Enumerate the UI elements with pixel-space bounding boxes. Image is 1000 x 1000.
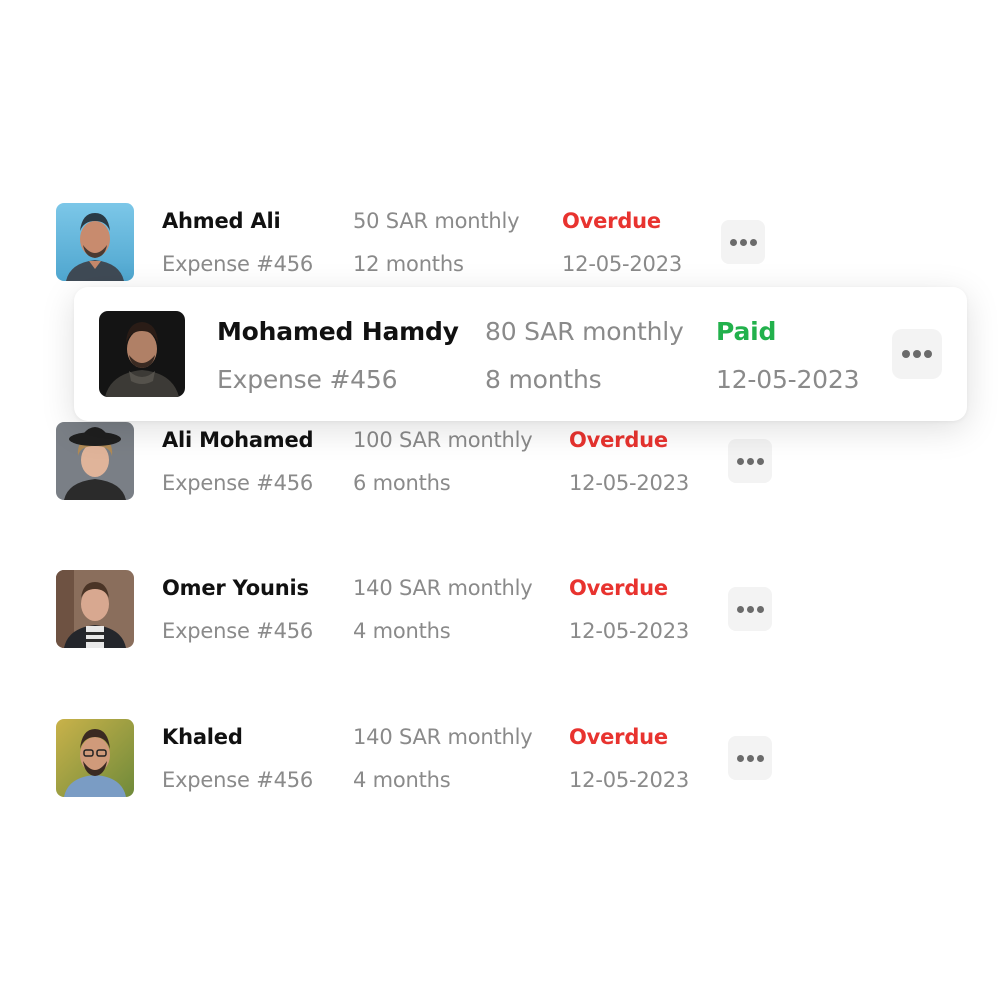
more-horizontal-icon <box>736 754 764 762</box>
person-name: Khaled <box>162 725 243 749</box>
expense-id: Expense #456 <box>162 252 314 276</box>
date: 12-05-2023 <box>562 252 683 276</box>
list-item-highlighted[interactable]: Mohamed Hamdy Expense #456 80 SAR monthl… <box>74 287 967 421</box>
list-item[interactable]: Omer Younis Expense #456 140 SAR monthly… <box>0 570 1000 650</box>
person-name: Ahmed Ali <box>162 209 281 233</box>
list-item[interactable]: Ahmed Ali Expense #456 50 SAR monthly 12… <box>0 203 1000 283</box>
list-item[interactable]: Ali Mohamed Expense #456 100 SAR monthly… <box>0 422 1000 502</box>
status-badge: Overdue <box>562 209 661 233</box>
avatar <box>99 311 185 397</box>
more-horizontal-icon <box>729 238 757 246</box>
avatar <box>56 570 134 648</box>
avatar <box>56 203 134 281</box>
duration: 4 months <box>353 768 451 792</box>
date: 12-05-2023 <box>569 471 690 495</box>
amount: 50 SAR monthly <box>353 209 520 233</box>
more-options-button[interactable] <box>728 587 772 631</box>
duration: 6 months <box>353 471 451 495</box>
more-options-button[interactable] <box>728 736 772 780</box>
status-badge: Overdue <box>569 576 668 600</box>
expense-id: Expense #456 <box>162 471 314 495</box>
status-badge: Overdue <box>569 725 668 749</box>
more-horizontal-icon <box>902 350 932 358</box>
amount: 140 SAR monthly <box>353 725 533 749</box>
more-options-button[interactable] <box>728 439 772 483</box>
duration: 4 months <box>353 619 451 643</box>
person-name: Ali Mohamed <box>162 428 314 452</box>
amount: 100 SAR monthly <box>353 428 533 452</box>
more-options-button[interactable] <box>721 220 765 264</box>
amount: 140 SAR monthly <box>353 576 533 600</box>
expense-id: Expense #456 <box>162 768 314 792</box>
date: 12-05-2023 <box>569 768 690 792</box>
expense-id: Expense #456 <box>162 619 314 643</box>
more-horizontal-icon <box>736 457 764 465</box>
more-horizontal-icon <box>736 605 764 613</box>
avatar <box>56 719 134 797</box>
duration: 12 months <box>353 252 464 276</box>
amount: 80 SAR monthly <box>485 317 684 346</box>
status-badge: Paid <box>716 317 777 346</box>
date: 12-05-2023 <box>569 619 690 643</box>
expense-id: Expense #456 <box>217 365 398 394</box>
duration: 8 months <box>485 365 602 394</box>
person-name: Mohamed Hamdy <box>217 317 459 346</box>
avatar <box>56 422 134 500</box>
date: 12-05-2023 <box>716 365 860 394</box>
status-badge: Overdue <box>569 428 668 452</box>
person-name: Omer Younis <box>162 576 309 600</box>
list-item[interactable]: Khaled Expense #456 140 SAR monthly 4 mo… <box>0 719 1000 799</box>
more-options-button[interactable] <box>892 329 942 379</box>
